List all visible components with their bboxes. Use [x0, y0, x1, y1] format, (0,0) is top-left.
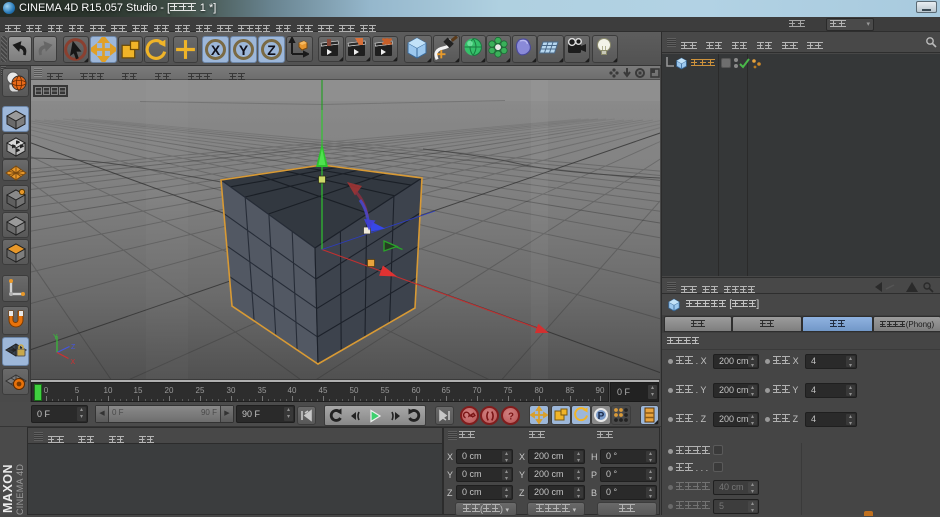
svg-text:Y: Y	[53, 334, 58, 341]
svg-text:Z: Z	[71, 344, 76, 351]
svg-text:X: X	[71, 359, 76, 366]
svg-text:?: ?	[508, 412, 514, 423]
